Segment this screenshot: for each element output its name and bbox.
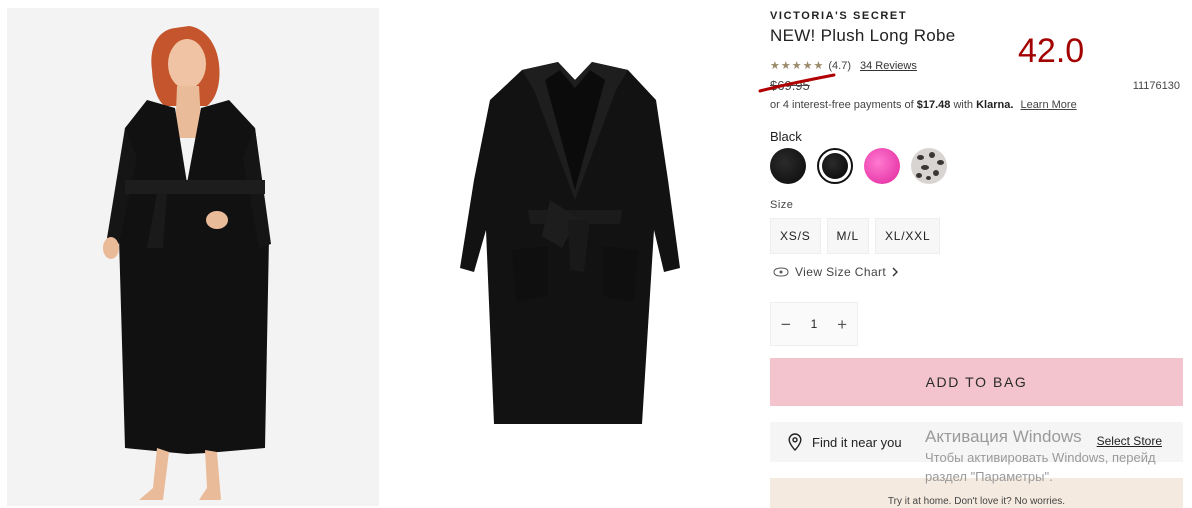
select-store-link[interactable]: Select Store (1097, 434, 1162, 448)
ruler-icon (773, 267, 789, 277)
model-wearing-robe-image (7, 8, 379, 506)
size-options: XS/S M/L XL/XXL (770, 218, 941, 254)
product-info-panel: VICTORIA'S SECRET NEW! Plush Long Robe 4… (758, 0, 1190, 508)
minus-icon[interactable]: − (781, 316, 791, 333)
rating-row: ★ ★ ★ ★ ★ (4.7) 34 Reviews (770, 59, 917, 73)
swatch-black[interactable] (770, 148, 806, 184)
robe-flat-image (460, 62, 680, 424)
find-in-store-bar[interactable]: Find it near you Select Store (770, 422, 1183, 462)
klarna-with: with (953, 99, 974, 111)
size-chart-label: View Size Chart (795, 265, 887, 279)
try-at-home-banner: Try it at home. Don't love it? No worrie… (770, 478, 1183, 508)
swatch-pink[interactable] (864, 148, 900, 184)
learn-more-link[interactable]: Learn More (1020, 99, 1076, 111)
star-icon: ★ (791, 59, 802, 72)
product-photo-model[interactable] (7, 8, 379, 506)
star-icon: ★ (813, 59, 824, 72)
chevron-right-icon (892, 267, 899, 277)
rating-value: (4.7) (828, 60, 851, 72)
sale-price: 42.0 (1018, 32, 1085, 70)
add-to-bag-button[interactable]: ADD TO BAG (770, 358, 1183, 406)
size-label: Size (770, 199, 794, 211)
product-sku: 11176130 (1132, 80, 1180, 92)
plus-icon[interactable]: + (837, 316, 847, 333)
klarna-prefix: or 4 interest-free payments of (770, 99, 914, 111)
selected-color-label: Black (770, 129, 802, 144)
quantity-value[interactable]: 1 (811, 317, 818, 331)
klarna-amount: $17.48 (916, 99, 951, 111)
view-size-chart-link[interactable]: View Size Chart (773, 265, 899, 279)
price-strike-mark (758, 73, 836, 93)
quantity-stepper: − 1 + (770, 302, 858, 346)
star-icon: ★ (770, 59, 780, 72)
star-icon: ★ (780, 59, 791, 72)
reviews-link[interactable]: 34 Reviews (860, 60, 917, 72)
rating-stars: ★ ★ ★ ★ ★ (770, 59, 824, 72)
location-pin-icon (788, 433, 802, 451)
size-option-xl-xxl[interactable]: XL/XXL (874, 218, 941, 254)
size-option-m-l[interactable]: M/L (826, 218, 869, 254)
color-swatches (770, 148, 947, 184)
star-icon: ★ (802, 59, 813, 72)
swatch-black-selected[interactable] (817, 148, 853, 184)
find-near-you-label: Find it near you (812, 434, 902, 450)
size-option-xs-s[interactable]: XS/S (770, 218, 821, 254)
brand-name: VICTORIA'S SECRET (770, 10, 908, 22)
klarna-logo: Klarna. (976, 99, 1014, 111)
klarna-installments: or 4 interest-free payments of $17.48 wi… (770, 99, 1077, 111)
product-title: NEW! Plush Long Robe (770, 26, 956, 45)
product-photo-flat[interactable] (430, 40, 720, 440)
swatch-leopard[interactable] (911, 148, 947, 184)
